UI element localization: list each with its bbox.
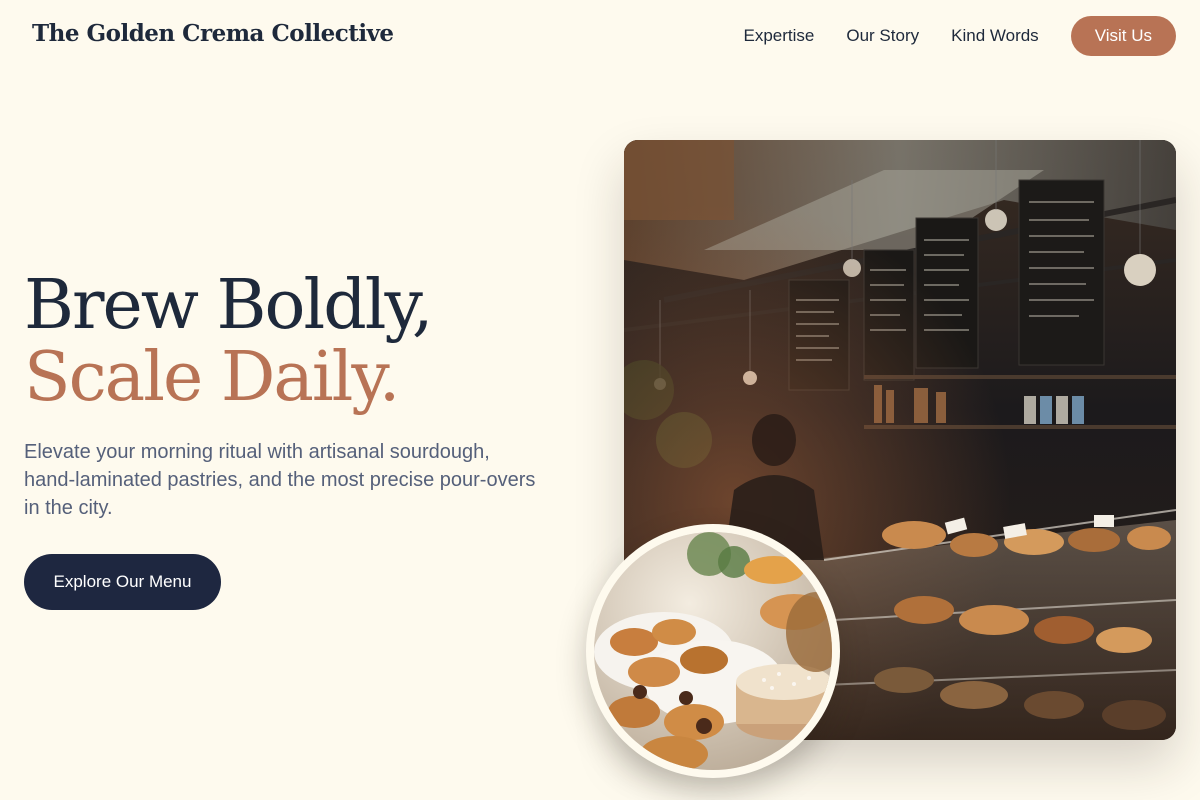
hero-title: Brew Boldly, Scale Daily. (24, 266, 433, 417)
site-header: The Golden Crema Collective Expertise Ou… (0, 0, 1200, 72)
nav-link-expertise[interactable]: Expertise (744, 26, 815, 46)
nav-link-kind-words[interactable]: Kind Words (951, 26, 1039, 46)
main-nav: Expertise Our Story Kind Words Visit Us (744, 0, 1176, 72)
hero-title-line1: Brew Boldly, (24, 266, 433, 345)
explore-menu-button[interactable]: Explore Our Menu (24, 554, 221, 610)
brand-logo[interactable]: The Golden Crema Collective (32, 20, 394, 47)
hero-subtitle: Elevate your morning ritual with artisan… (24, 441, 536, 519)
visit-us-button[interactable]: Visit Us (1070, 16, 1176, 56)
hero-title-line2: Scale Daily. (24, 338, 400, 417)
pastries-closeup-photo (594, 532, 832, 770)
nav-link-our-story[interactable]: Our Story (846, 26, 919, 46)
pastries-closeup-photo-frame (586, 524, 840, 778)
